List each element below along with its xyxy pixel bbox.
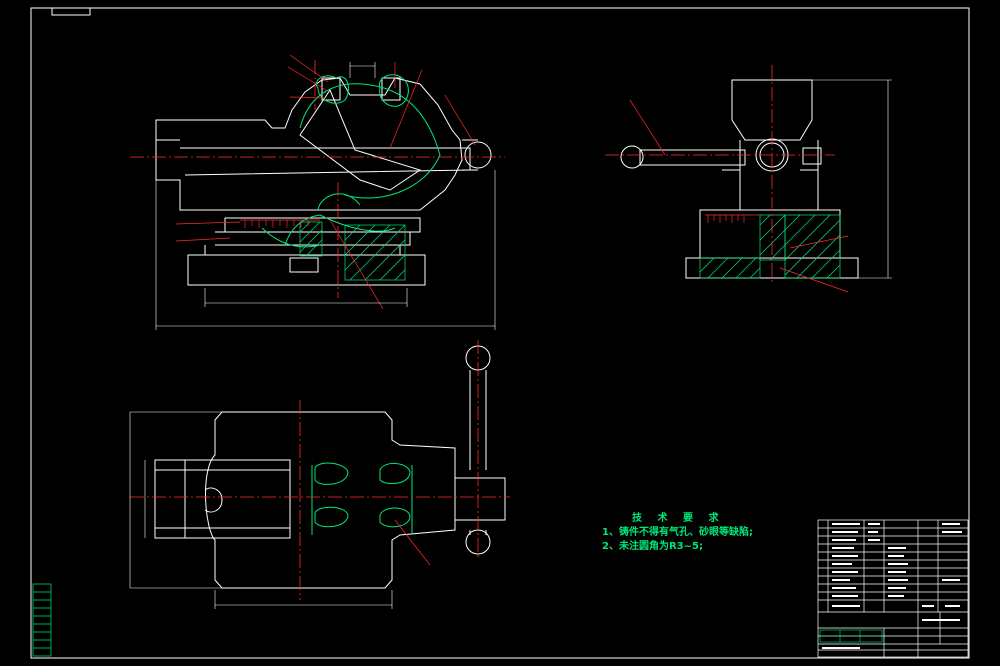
technical-requirement-item-1: 1、铸件不得有气孔、砂眼等缺陷; — [602, 527, 753, 538]
cad-drawing — [30, 7, 970, 659]
binding-margin-box — [32, 583, 52, 657]
title-block-green-rows — [819, 629, 883, 643]
top-view — [129, 340, 510, 609]
technical-requirements-title: 技 术 要 求 — [632, 513, 725, 524]
front-view-hatch — [299, 221, 406, 281]
side-view-hatch — [699, 214, 841, 279]
front-view — [130, 54, 505, 330]
technical-requirement-item-2: 2、未注圆角为R3~5; — [602, 541, 703, 552]
bom-text-marks — [822, 523, 962, 649]
technical-requirements: 技 术 要 求 1、铸件不得有气孔、砂眼等缺陷; 2、未注圆角为R3~5; — [602, 512, 753, 554]
side-view — [605, 65, 892, 293]
